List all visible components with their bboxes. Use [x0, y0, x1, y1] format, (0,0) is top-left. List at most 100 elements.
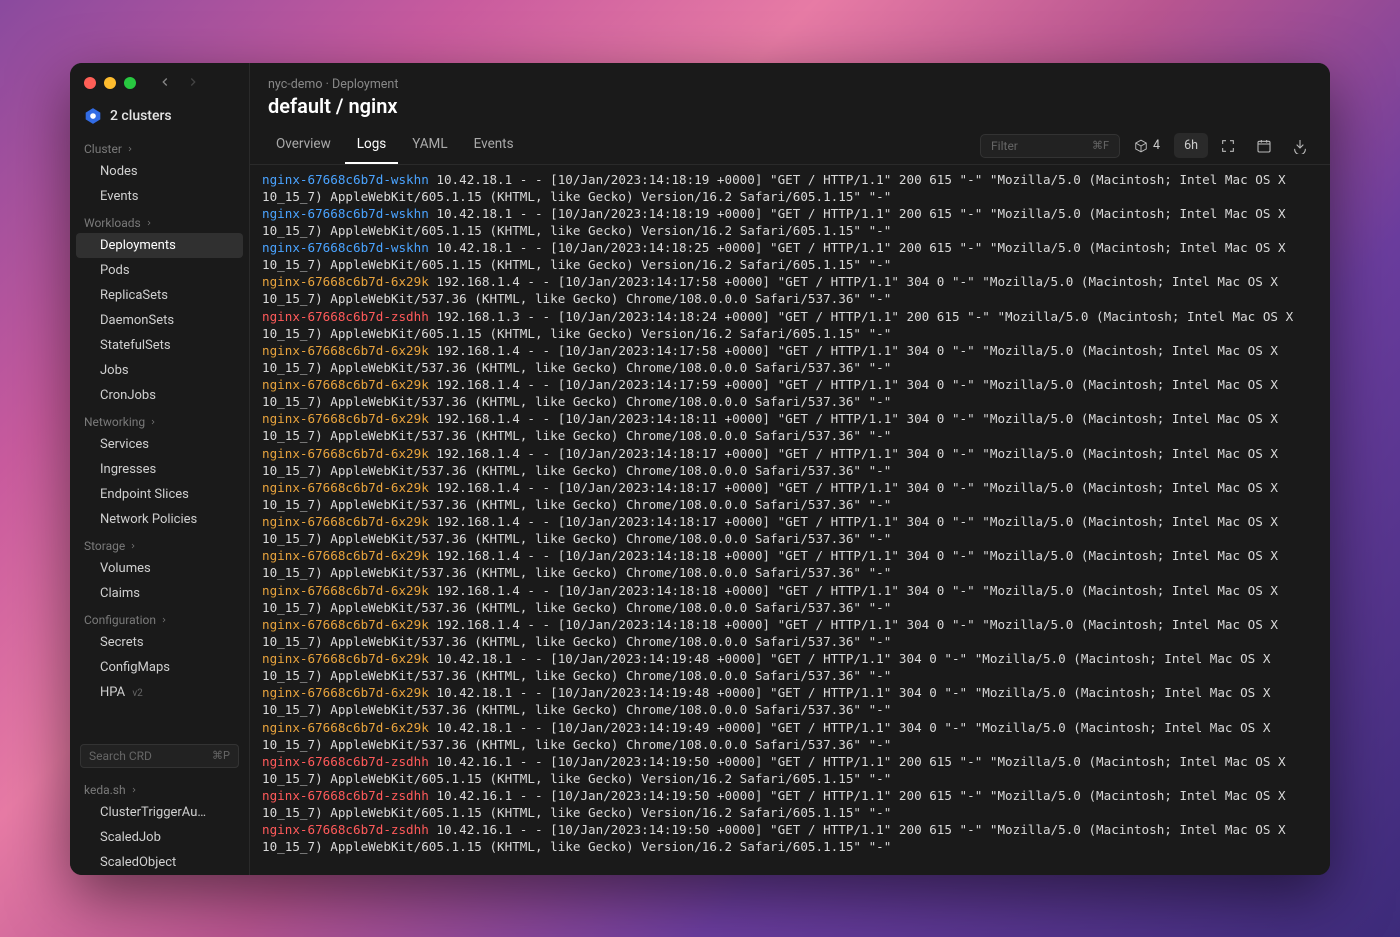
- sidebar-item-daemonsets[interactable]: DaemonSets: [76, 308, 243, 333]
- log-line: nginx-67668c6b7d-6x29k 10.42.18.1 - - [1…: [262, 684, 1318, 718]
- kubernetes-icon: [84, 107, 102, 125]
- chevron-right-icon: [145, 219, 153, 227]
- page-title: default / nginx: [250, 94, 1330, 128]
- log-line: nginx-67668c6b7d-6x29k 192.168.1.4 - - […: [262, 513, 1318, 547]
- sidebar-item-services[interactable]: Services: [76, 432, 243, 457]
- log-pod-name[interactable]: nginx-67668c6b7d-6x29k: [262, 720, 429, 735]
- sidebar-section-networking[interactable]: Networking: [70, 408, 249, 432]
- sidebar-section-workloads[interactable]: Workloads: [70, 209, 249, 233]
- log-line: nginx-67668c6b7d-zsdhh 10.42.16.1 - - [1…: [262, 787, 1318, 821]
- download-button[interactable]: [1284, 132, 1316, 160]
- log-pod-name[interactable]: nginx-67668c6b7d-wskhn: [262, 172, 429, 187]
- sidebar-scroll[interactable]: Cluster NodesEventsWorkloadsDeploymentsPo…: [70, 135, 249, 736]
- tab-logs[interactable]: Logs: [345, 128, 399, 164]
- sidebar-item-pods[interactable]: Pods: [76, 258, 243, 283]
- log-pod-name[interactable]: nginx-67668c6b7d-6x29k: [262, 446, 429, 461]
- log-line: nginx-67668c6b7d-6x29k 192.168.1.4 - - […: [262, 479, 1318, 513]
- sidebar-section-storage[interactable]: Storage: [70, 532, 249, 556]
- time-range-selector[interactable]: 6h: [1174, 133, 1208, 158]
- tab-yaml[interactable]: YAML: [400, 128, 459, 164]
- crd-item-list: ClusterTriggerAu…ScaledJobScaledObject: [70, 800, 249, 875]
- log-pod-name[interactable]: nginx-67668c6b7d-zsdhh: [262, 822, 429, 837]
- log-line: nginx-67668c6b7d-6x29k 10.42.18.1 - - [1…: [262, 719, 1318, 753]
- log-pod-name[interactable]: nginx-67668c6b7d-zsdhh: [262, 309, 429, 324]
- timestamps-button[interactable]: [1248, 132, 1280, 160]
- chevron-right-icon: [130, 786, 138, 794]
- sidebar-section-configuration[interactable]: Configuration: [70, 606, 249, 630]
- log-line: nginx-67668c6b7d-6x29k 192.168.1.4 - - […: [262, 273, 1318, 307]
- log-line: nginx-67668c6b7d-6x29k 192.168.1.4 - - […: [262, 445, 1318, 479]
- log-pod-name[interactable]: nginx-67668c6b7d-6x29k: [262, 651, 429, 666]
- sidebar-item-network-policies[interactable]: Network Policies: [76, 507, 243, 532]
- log-pod-name[interactable]: nginx-67668c6b7d-6x29k: [262, 480, 429, 495]
- minimize-icon[interactable]: [104, 77, 116, 89]
- log-pod-name[interactable]: nginx-67668c6b7d-6x29k: [262, 411, 429, 426]
- log-line: nginx-67668c6b7d-6x29k 192.168.1.4 - - […: [262, 342, 1318, 376]
- log-pod-name[interactable]: nginx-67668c6b7d-6x29k: [262, 548, 429, 563]
- maximize-icon[interactable]: [124, 77, 136, 89]
- log-viewer[interactable]: nginx-67668c6b7d-wskhn 10.42.18.1 - - [1…: [250, 165, 1330, 875]
- toolbar: OverviewLogsYAMLEvents Filter ⌘F 4 6h: [250, 128, 1330, 165]
- fullscreen-button[interactable]: [1212, 132, 1244, 160]
- sidebar-section-keda[interactable]: keda.sh: [70, 776, 249, 800]
- log-line: nginx-67668c6b7d-wskhn 10.42.18.1 - - [1…: [262, 239, 1318, 273]
- sidebar-section-cluster[interactable]: Cluster: [70, 135, 249, 159]
- log-line: nginx-67668c6b7d-wskhn 10.42.18.1 - - [1…: [262, 171, 1318, 205]
- sidebar-item-hpa[interactable]: HPA v2: [76, 680, 243, 705]
- crd-search-shortcut: ⌘P: [212, 749, 230, 762]
- main-panel: nyc-demo · Deployment default / nginx Ov…: [250, 63, 1330, 875]
- crd-search-input[interactable]: Search CRD ⌘P: [80, 744, 239, 768]
- sidebar-item-cronjobs[interactable]: CronJobs: [76, 383, 243, 408]
- chevron-right-icon: [149, 418, 157, 426]
- tab-overview[interactable]: Overview: [264, 128, 343, 164]
- sidebar-item-deployments[interactable]: Deployments: [76, 233, 243, 258]
- tab-events[interactable]: Events: [462, 128, 526, 164]
- log-pod-name[interactable]: nginx-67668c6b7d-6x29k: [262, 685, 429, 700]
- window-controls: [84, 77, 136, 89]
- sidebar-item-endpoint-slices[interactable]: Endpoint Slices: [76, 482, 243, 507]
- breadcrumb: nyc-demo · Deployment: [250, 63, 1330, 94]
- sidebar-item-nodes[interactable]: Nodes: [76, 159, 243, 184]
- log-line: nginx-67668c6b7d-6x29k 10.42.18.1 - - [1…: [262, 650, 1318, 684]
- log-line: nginx-67668c6b7d-6x29k 192.168.1.4 - - […: [262, 547, 1318, 581]
- sidebar-item-clustertriggerau-[interactable]: ClusterTriggerAu…: [76, 800, 243, 825]
- sidebar-item-ingresses[interactable]: Ingresses: [76, 457, 243, 482]
- calendar-icon: [1256, 138, 1272, 154]
- log-pod-name[interactable]: nginx-67668c6b7d-wskhn: [262, 206, 429, 221]
- cluster-selector[interactable]: 2 clusters: [70, 101, 249, 135]
- log-pod-name[interactable]: nginx-67668c6b7d-6x29k: [262, 617, 429, 632]
- filter-placeholder: Filter: [991, 139, 1018, 153]
- back-button[interactable]: [158, 75, 172, 93]
- log-line: nginx-67668c6b7d-6x29k 192.168.1.4 - - […: [262, 410, 1318, 444]
- section-label: Cluster: [84, 142, 122, 156]
- filter-input[interactable]: Filter ⌘F: [980, 134, 1120, 158]
- sidebar-item-events[interactable]: Events: [76, 184, 243, 209]
- sidebar-item-scaledjob[interactable]: ScaledJob: [76, 825, 243, 850]
- log-line: nginx-67668c6b7d-6x29k 192.168.1.4 - - […: [262, 582, 1318, 616]
- log-line: nginx-67668c6b7d-wskhn 10.42.18.1 - - [1…: [262, 205, 1318, 239]
- breadcrumb-kind[interactable]: Deployment: [332, 77, 398, 92]
- log-pod-name[interactable]: nginx-67668c6b7d-6x29k: [262, 514, 429, 529]
- sidebar-item-replicasets[interactable]: ReplicaSets: [76, 283, 243, 308]
- sidebar-item-claims[interactable]: Claims: [76, 581, 243, 606]
- log-pod-name[interactable]: nginx-67668c6b7d-wskhn: [262, 240, 429, 255]
- breadcrumb-context[interactable]: nyc-demo: [268, 77, 323, 92]
- sidebar-item-statefulsets[interactable]: StatefulSets: [76, 333, 243, 358]
- log-pod-name[interactable]: nginx-67668c6b7d-6x29k: [262, 377, 429, 392]
- log-pod-name[interactable]: nginx-67668c6b7d-zsdhh: [262, 754, 429, 769]
- log-pod-name[interactable]: nginx-67668c6b7d-6x29k: [262, 343, 429, 358]
- log-pod-name[interactable]: nginx-67668c6b7d-6x29k: [262, 583, 429, 598]
- log-pod-name[interactable]: nginx-67668c6b7d-6x29k: [262, 274, 429, 289]
- close-icon[interactable]: [84, 77, 96, 89]
- replica-selector[interactable]: 4: [1124, 133, 1170, 158]
- sidebar-item-secrets[interactable]: Secrets: [76, 630, 243, 655]
- sidebar-item-jobs[interactable]: Jobs: [76, 358, 243, 383]
- forward-button[interactable]: [186, 75, 200, 93]
- sidebar-item-volumes[interactable]: Volumes: [76, 556, 243, 581]
- time-range: 6h: [1184, 138, 1198, 153]
- sidebar: 2 clusters Cluster NodesEventsWorkloadsDe…: [70, 63, 250, 875]
- sidebar-item-scaledobject[interactable]: ScaledObject: [76, 850, 243, 875]
- log-pod-name[interactable]: nginx-67668c6b7d-zsdhh: [262, 788, 429, 803]
- sidebar-item-configmaps[interactable]: ConfigMaps: [76, 655, 243, 680]
- chevron-right-icon: [126, 145, 134, 153]
